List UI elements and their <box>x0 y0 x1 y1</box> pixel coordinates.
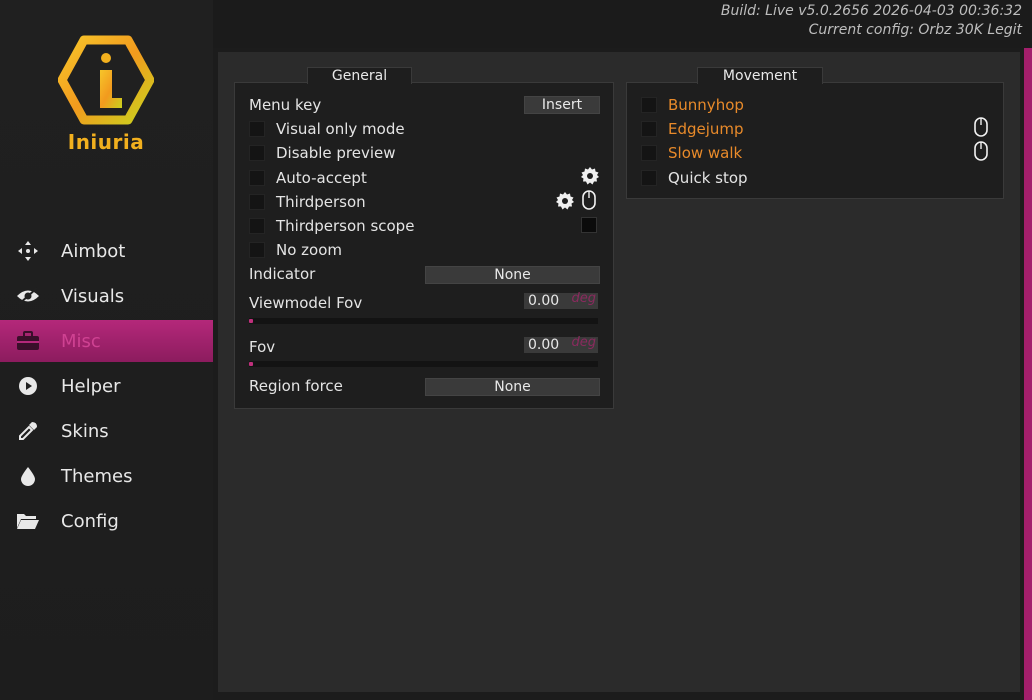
build-info: Build: Live v5.0.2656 2026-04-03 00:36:3… <box>721 2 1022 40</box>
no-zoom-label: No zoom <box>276 241 343 259</box>
visual-only-mode-label: Visual only mode <box>276 120 405 138</box>
menu-key-row: Menu key <box>249 95 321 115</box>
sidebar-item-visuals[interactable]: Visuals <box>0 275 213 317</box>
sidebar-item-skins[interactable]: Skins <box>0 410 213 452</box>
slow-walk-mouse-icon[interactable] <box>972 141 990 161</box>
quick-stop-row: Quick stop <box>641 168 748 188</box>
brand-name: Iniuria <box>67 130 145 154</box>
thirdperson-scope-row: Thirdperson scope <box>249 216 414 236</box>
fov-label: Fov <box>249 338 276 356</box>
sidebar-item-config[interactable]: Config <box>0 500 213 542</box>
sidebar: Iniuria Aimbot Visuals Misc Helper Skins <box>0 0 213 700</box>
bunnyhop-label: Bunnyhop <box>668 96 744 114</box>
sidebar-item-label: Visuals <box>61 285 125 307</box>
sidebar-item-label: Config <box>61 510 119 532</box>
crosshair-icon <box>16 239 40 263</box>
slow-walk-checkbox[interactable] <box>641 145 657 161</box>
region-force-dropdown[interactable]: None <box>425 378 600 396</box>
bunnyhop-checkbox[interactable] <box>641 97 657 113</box>
disable-preview-checkbox[interactable] <box>249 145 265 161</box>
thirdperson-scope-color-swatch[interactable] <box>581 217 597 233</box>
current-config: Current config: Orbz 30K Legit <box>808 22 1022 38</box>
thirdperson-label: Thirdperson <box>276 193 366 211</box>
edgejump-mouse-icon[interactable] <box>972 117 990 137</box>
indicator-label: Indicator <box>249 265 316 283</box>
viewmodel-fov-row: Viewmodel Fov <box>249 293 362 313</box>
sidebar-item-label: Themes <box>61 465 133 487</box>
region-force-row: Region force <box>249 376 343 396</box>
no-zoom-checkbox[interactable] <box>249 242 265 258</box>
visual-only-mode-checkbox[interactable] <box>249 121 265 137</box>
auto-accept-label: Auto-accept <box>276 169 367 187</box>
slow-walk-label: Slow walk <box>668 144 743 162</box>
viewmodel-fov-value: 0.00 <box>528 293 560 309</box>
disable-preview-row: Disable preview <box>249 143 396 163</box>
edgejump-label: Edgejump <box>668 120 744 138</box>
no-zoom-row: No zoom <box>249 240 342 260</box>
general-panel-title: General <box>307 67 412 84</box>
logo-icon <box>57 35 155 125</box>
thirdperson-checkbox[interactable] <box>249 194 265 210</box>
region-force-label: Region force <box>249 377 343 395</box>
sidebar-item-misc[interactable]: Misc <box>0 320 213 362</box>
auto-accept-gear-icon[interactable] <box>581 167 599 185</box>
visual-only-mode-row: Visual only mode <box>249 119 405 139</box>
fov-slider-thumb[interactable] <box>249 362 253 366</box>
sidebar-item-themes[interactable]: Themes <box>0 455 213 497</box>
movement-panel-title: Movement <box>697 67 823 84</box>
thirdperson-scope-checkbox[interactable] <box>249 218 265 234</box>
briefcase-icon <box>16 329 40 353</box>
eyedropper-icon <box>16 419 40 443</box>
content-area: General Menu key Insert Visual only mode… <box>218 52 1020 692</box>
sidebar-item-label: Helper <box>61 375 121 397</box>
menu-key-button[interactable]: Insert <box>524 96 600 114</box>
disable-preview-label: Disable preview <box>276 144 396 162</box>
fov-input[interactable]: 0.00 deg <box>524 335 598 353</box>
viewmodel-fov-label: Viewmodel Fov <box>249 294 363 312</box>
fov-value: 0.00 <box>528 337 560 353</box>
sidebar-item-label: Aimbot <box>61 240 126 262</box>
sidebar-item-helper[interactable]: Helper <box>0 365 213 407</box>
movement-panel: Movement Bunnyhop Edgejump Slow walk Qui… <box>626 67 1004 199</box>
auto-accept-row: Auto-accept <box>249 168 367 188</box>
viewmodel-fov-input[interactable]: 0.00 deg <box>524 291 598 309</box>
eye-icon <box>16 284 40 308</box>
sidebar-item-label: Misc <box>61 330 101 352</box>
folder-open-icon <box>16 509 40 533</box>
edgejump-row: Edgejump <box>641 119 744 139</box>
sidebar-item-label: Skins <box>61 420 109 442</box>
thirdperson-row: Thirdperson <box>249 192 366 212</box>
sidebar-item-aimbot[interactable]: Aimbot <box>0 230 213 272</box>
auto-accept-checkbox[interactable] <box>249 170 265 186</box>
droplet-icon <box>16 464 40 488</box>
fov-row: Fov <box>249 337 275 357</box>
scrollbar[interactable] <box>1024 48 1032 700</box>
indicator-row: Indicator <box>249 264 315 284</box>
play-circle-icon <box>16 374 40 398</box>
bunnyhop-row: Bunnyhop <box>641 95 744 115</box>
slow-walk-row: Slow walk <box>641 143 742 163</box>
quick-stop-checkbox[interactable] <box>641 170 657 186</box>
indicator-dropdown[interactable]: None <box>425 266 600 284</box>
brand-logo: Iniuria <box>57 34 155 156</box>
build-version: Build: Live v5.0.2656 2026-04-03 00:36:3… <box>720 3 1022 19</box>
fov-slider[interactable] <box>249 361 598 367</box>
thirdperson-mouse-icon[interactable] <box>580 190 598 210</box>
main-content: General Menu key Insert Visual only mode… <box>213 48 1032 700</box>
general-panel: General Menu key Insert Visual only mode… <box>234 67 614 409</box>
viewmodel-fov-slider[interactable] <box>249 318 598 324</box>
viewmodel-fov-unit: deg <box>571 291 596 306</box>
edgejump-checkbox[interactable] <box>641 121 657 137</box>
quick-stop-label: Quick stop <box>668 169 748 187</box>
fov-unit: deg <box>571 335 596 350</box>
thirdperson-gear-icon[interactable] <box>556 192 574 210</box>
thirdperson-scope-label: Thirdperson scope <box>276 217 415 235</box>
menu-key-label: Menu key <box>249 96 322 114</box>
viewmodel-fov-slider-thumb[interactable] <box>249 319 253 323</box>
